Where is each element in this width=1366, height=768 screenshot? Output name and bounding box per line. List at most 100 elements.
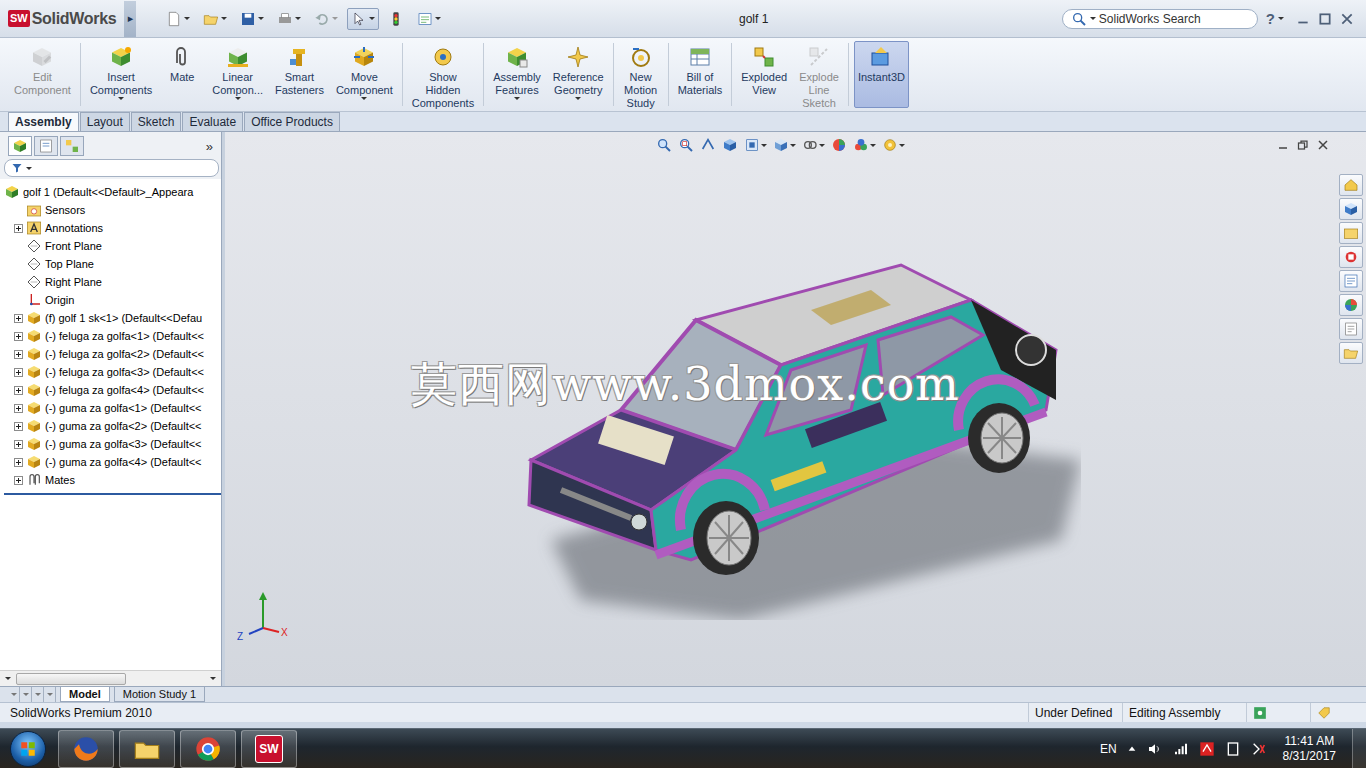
- tree-item[interactable]: (f) golf 1 sk<1> (Default<<Defau: [0, 309, 221, 327]
- task-pane-button[interactable]: [1339, 198, 1363, 220]
- new-document-icon[interactable]: [166, 11, 182, 27]
- help-status[interactable]: [1246, 703, 1310, 722]
- view-tool[interactable]: [656, 137, 672, 153]
- minimize-icon[interactable]: [1296, 12, 1310, 26]
- solidworks-logo[interactable]: SWSolidWorks▸: [0, 0, 136, 37]
- tree-item[interactable]: Right Plane: [0, 273, 221, 291]
- save-icon[interactable]: [240, 11, 256, 27]
- expand-toggle[interactable]: [14, 422, 23, 431]
- tree-item[interactable]: (-) guma za golfa<3> (Default<<: [0, 435, 221, 453]
- expand-toggle[interactable]: [14, 332, 23, 341]
- undo-button[interactable]: [310, 8, 342, 30]
- task-pane-button[interactable]: [1339, 270, 1363, 292]
- tree-item[interactable]: (-) feluga za golfa<4> (Default<<: [0, 381, 221, 399]
- tree-item[interactable]: (-) guma za golfa<4> (Default<<: [0, 453, 221, 471]
- volume-icon[interactable]: [1147, 741, 1163, 757]
- command-tab[interactable]: Sketch: [131, 112, 182, 131]
- task-pane-button[interactable]: [1339, 342, 1363, 364]
- ribbon-button[interactable]: ReferenceGeometry: [549, 41, 608, 108]
- ribbon-button[interactable]: ExplodeLineSketch: [795, 41, 843, 108]
- view-tool[interactable]: [722, 137, 738, 153]
- expand-toggle[interactable]: [14, 404, 23, 413]
- ribbon-button[interactable]: LinearCompon...: [208, 41, 267, 108]
- view-tool[interactable]: [831, 137, 847, 153]
- view-tool[interactable]: [700, 137, 716, 153]
- ribbon-button[interactable]: MoveComponent: [332, 41, 397, 108]
- device-icon[interactable]: [1225, 741, 1241, 757]
- panel-expand-button[interactable]: »: [206, 139, 217, 154]
- horizontal-scrollbar[interactable]: [0, 670, 221, 686]
- tree-item[interactable]: (-) guma za golfa<1> (Default<<: [0, 399, 221, 417]
- ribbon-button[interactable]: Bill ofMaterials: [674, 41, 727, 108]
- close-icon[interactable]: [1340, 12, 1354, 26]
- explorer-taskbar-button[interactable]: [119, 730, 175, 768]
- tree-item[interactable]: Front Plane: [0, 237, 221, 255]
- model-tab[interactable]: Model: [60, 687, 110, 702]
- traffic-light-icon[interactable]: [388, 11, 404, 27]
- tree-item[interactable]: Origin: [0, 291, 221, 309]
- ribbon-button[interactable]: SmartFasteners: [271, 41, 328, 108]
- select-arrow-icon[interactable]: [351, 11, 367, 27]
- doc-restore-icon[interactable]: [1297, 139, 1309, 151]
- help-button[interactable]: ?: [1266, 10, 1284, 27]
- feature-tree-tab[interactable]: [8, 136, 32, 156]
- ribbon-button[interactable]: InsertComponents: [86, 41, 156, 108]
- language-indicator[interactable]: EN: [1100, 742, 1117, 756]
- tag-status[interactable]: [1310, 703, 1366, 722]
- expand-toggle[interactable]: [14, 458, 23, 467]
- expand-toggle[interactable]: [14, 440, 23, 449]
- task-pane-button[interactable]: [1339, 222, 1363, 244]
- action-center-icon[interactable]: [1251, 741, 1267, 757]
- task-pane-button[interactable]: [1339, 246, 1363, 268]
- tab-nav-button[interactable]: [44, 687, 56, 702]
- property-manager-tab[interactable]: [34, 136, 58, 156]
- tree-item[interactable]: (-) feluga za golfa<1> (Default<<: [0, 327, 221, 345]
- configuration-tab[interactable]: [60, 136, 84, 156]
- ribbon-button[interactable]: EditComponent: [10, 41, 75, 108]
- model-viewport[interactable]: 莫西网www.3dmox.comZX: [225, 158, 1335, 686]
- dropdown-arrow[interactable]: [235, 97, 241, 100]
- expand-toggle[interactable]: [14, 224, 23, 233]
- options-icon[interactable]: [417, 11, 433, 27]
- expand-toggle[interactable]: [14, 368, 23, 377]
- tree-item[interactable]: Mates: [0, 471, 221, 489]
- firefox-taskbar-button[interactable]: [58, 730, 114, 768]
- tree-item[interactable]: (-) feluga za golfa<2> (Default<<: [0, 345, 221, 363]
- view-tool[interactable]: [773, 137, 796, 153]
- scroll-thumb[interactable]: [16, 673, 126, 685]
- dropdown-arrow[interactable]: [118, 97, 124, 100]
- tree-item[interactable]: (-) guma za golfa<2> (Default<<: [0, 417, 221, 435]
- ribbon-button[interactable]: ShowHiddenComponents: [408, 41, 478, 108]
- undo-icon[interactable]: [314, 11, 330, 27]
- view-tool[interactable]: [744, 137, 767, 153]
- command-tab[interactable]: Office Products: [244, 112, 340, 131]
- model-tab[interactable]: Motion Study 1: [114, 687, 205, 702]
- ribbon-button[interactable]: Instant3D: [854, 41, 909, 108]
- tray-expand-icon[interactable]: [1127, 744, 1137, 754]
- antivirus-icon[interactable]: [1199, 741, 1215, 757]
- open-folder-icon[interactable]: [203, 11, 219, 27]
- rebuild-button[interactable]: [384, 8, 408, 30]
- print-icon[interactable]: [277, 11, 293, 27]
- tree-item[interactable]: Annotations: [0, 219, 221, 237]
- open-button[interactable]: [199, 8, 231, 30]
- save-button[interactable]: [236, 8, 268, 30]
- ribbon-button[interactable]: ExplodedView: [737, 41, 791, 108]
- show-desktop-button[interactable]: [1352, 729, 1366, 768]
- view-tool[interactable]: [802, 137, 825, 153]
- solidworks-taskbar-button[interactable]: SW: [241, 730, 297, 768]
- ribbon-button[interactable]: AssemblyFeatures: [489, 41, 545, 108]
- maximize-icon[interactable]: [1318, 12, 1332, 26]
- task-pane-button[interactable]: [1339, 294, 1363, 316]
- options-button[interactable]: [413, 8, 445, 30]
- dropdown-arrow[interactable]: [514, 97, 520, 100]
- task-pane-button[interactable]: [1339, 318, 1363, 340]
- network-icon[interactable]: [1173, 741, 1189, 757]
- tab-nav-button[interactable]: [32, 687, 44, 702]
- start-button[interactable]: [10, 731, 46, 767]
- clock[interactable]: 11:41 AM8/31/2017: [1277, 734, 1342, 764]
- view-tool[interactable]: [882, 137, 905, 153]
- expand-toggle[interactable]: [14, 314, 23, 323]
- car-model[interactable]: [521, 240, 1081, 620]
- doc-minimize-icon[interactable]: [1277, 139, 1289, 151]
